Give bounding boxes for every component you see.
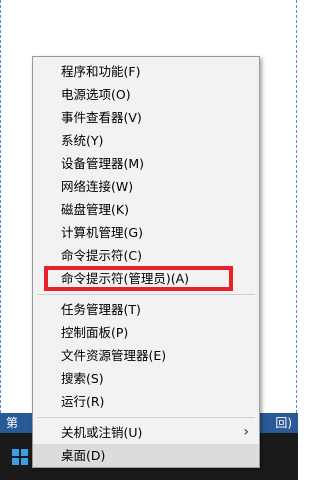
menu-item-search[interactable]: 搜索(S) [33, 367, 259, 390]
chevron-right-icon: › [243, 424, 249, 440]
menu-item-label: 电源选项(O) [61, 87, 131, 102]
menu-item-disk-management[interactable]: 磁盘管理(K) [33, 198, 259, 221]
menu-item-label: 文件资源管理器(E) [61, 348, 167, 363]
menu-item-label: 事件查看器(V) [61, 110, 142, 125]
menu-item-label: 控制面板(P) [61, 325, 129, 340]
menu-item-run[interactable]: 运行(R) [33, 390, 259, 413]
menu-item-label: 命令提示符(C) [61, 248, 142, 263]
menu-item-label: 设备管理器(M) [61, 156, 145, 171]
menu-item-command-prompt-admin[interactable]: 命令提示符(管理员)(A) [33, 267, 259, 290]
winx-context-menu: 程序和功能(F) 电源选项(O) 事件查看器(V) 系统(Y) 设备管理器(M)… [32, 56, 260, 468]
menu-item-label: 命令提示符(管理员)(A) [61, 271, 190, 286]
menu-item-control-panel[interactable]: 控制面板(P) [33, 321, 259, 344]
selection-border-right [296, 0, 298, 413]
menu-item-label: 计算机管理(G) [61, 225, 143, 240]
menu-item-label: 磁盘管理(K) [61, 202, 129, 217]
windows-logo-icon [12, 448, 28, 465]
menu-item-label: 桌面(D) [61, 448, 106, 463]
menu-item-event-viewer[interactable]: 事件查看器(V) [33, 106, 259, 129]
menu-item-label: 系统(Y) [61, 133, 104, 148]
menu-item-task-manager[interactable]: 任务管理器(T) [33, 298, 259, 321]
menu-item-label: 网络连接(W) [61, 179, 134, 194]
menu-item-label: 运行(R) [61, 394, 105, 409]
menu-item-system[interactable]: 系统(Y) [33, 129, 259, 152]
menu-separator [37, 417, 255, 418]
menu-item-file-explorer[interactable]: 文件资源管理器(E) [33, 344, 259, 367]
menu-item-power-options[interactable]: 电源选项(O) [33, 83, 259, 106]
menu-item-label: 程序和功能(F) [61, 64, 141, 79]
menu-item-label: 搜索(S) [61, 371, 104, 386]
menu-item-computer-management[interactable]: 计算机管理(G) [33, 221, 259, 244]
menu-separator [37, 294, 255, 295]
background-strip-right-text: 回) [275, 416, 292, 430]
menu-item-shutdown-signout[interactable]: 关机或注销(U) › [33, 421, 259, 444]
menu-item-desktop[interactable]: 桌面(D) [33, 444, 259, 467]
menu-item-network-connections[interactable]: 网络连接(W) [33, 175, 259, 198]
selection-border-left [0, 0, 2, 413]
menu-item-programs-features[interactable]: 程序和功能(F) [33, 60, 259, 83]
menu-item-device-manager[interactable]: 设备管理器(M) [33, 152, 259, 175]
background-strip-left-text: 第 [6, 416, 19, 430]
menu-item-command-prompt[interactable]: 命令提示符(C) [33, 244, 259, 267]
menu-item-label: 关机或注销(U) [61, 425, 143, 440]
menu-item-label: 任务管理器(T) [61, 302, 141, 317]
